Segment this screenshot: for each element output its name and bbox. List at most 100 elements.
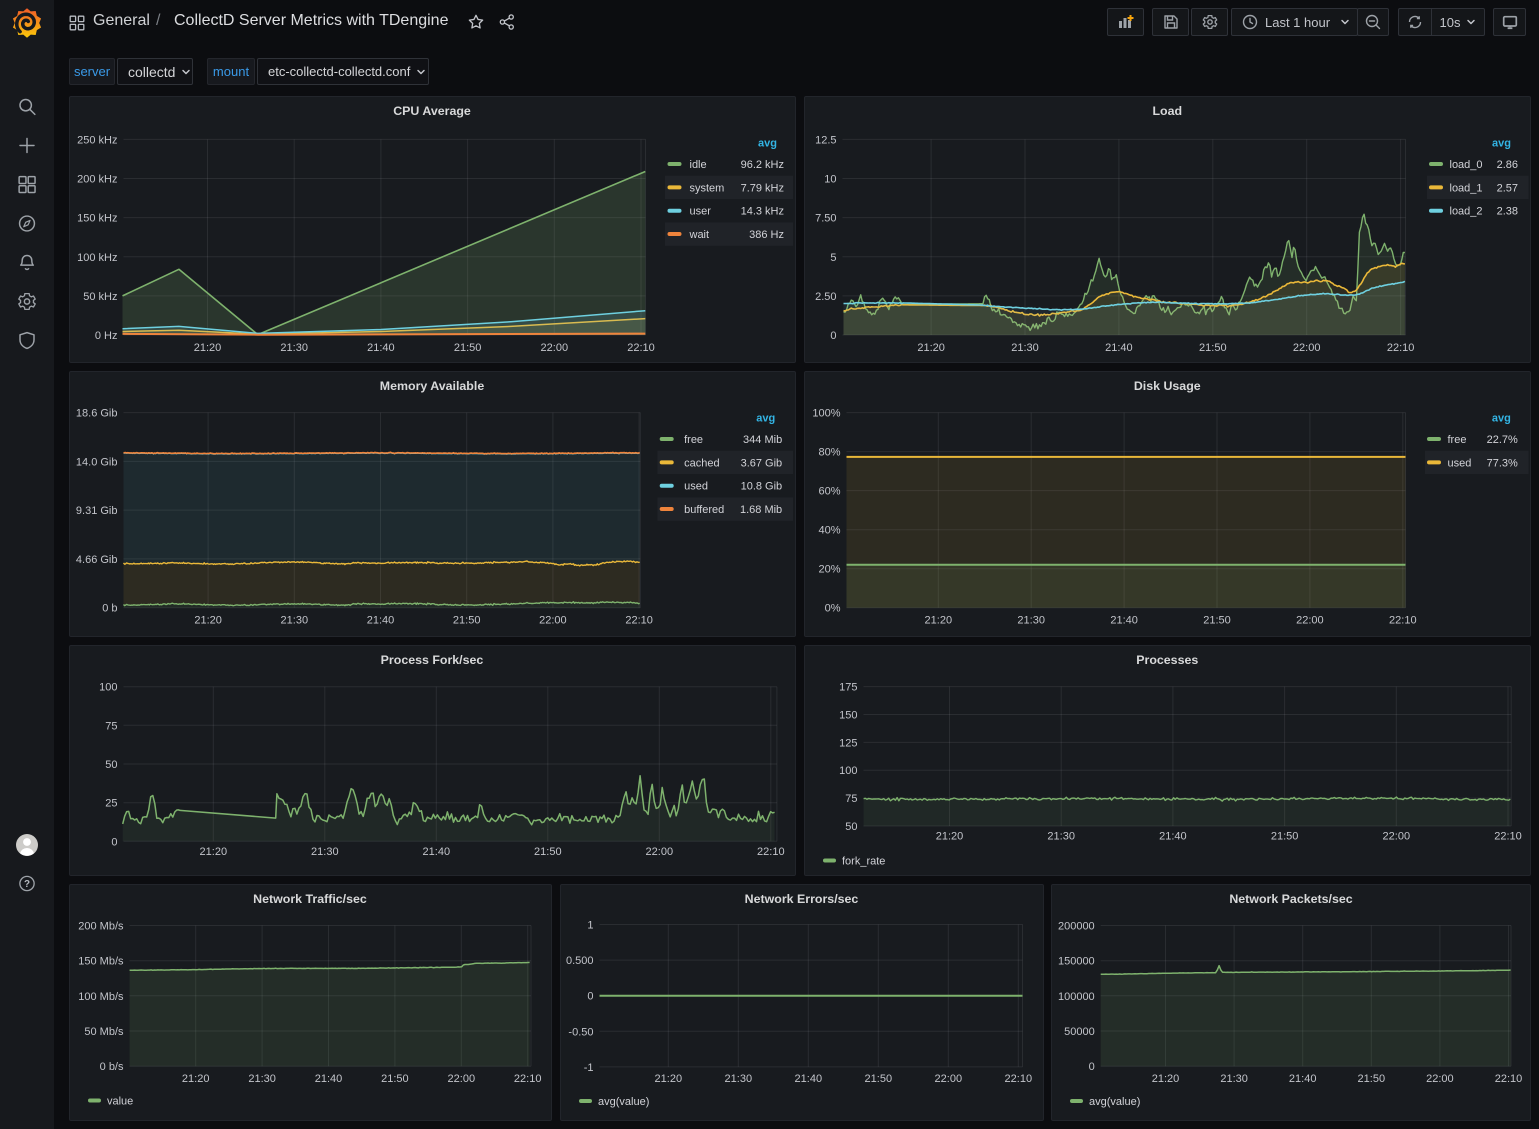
svg-text:100: 100 bbox=[99, 682, 117, 694]
svg-text:21:20: 21:20 bbox=[935, 831, 963, 843]
svg-text:12.5: 12.5 bbox=[815, 134, 836, 146]
svg-text:2.86: 2.86 bbox=[1496, 159, 1517, 171]
svg-text:21:40: 21:40 bbox=[1159, 831, 1187, 843]
svg-text:7.50: 7.50 bbox=[815, 213, 836, 225]
svg-text:cached: cached bbox=[684, 457, 719, 469]
svg-text:21:50: 21:50 bbox=[1358, 1073, 1386, 1085]
svg-text:21:40: 21:40 bbox=[794, 1073, 822, 1085]
svg-text:21:20: 21:20 bbox=[181, 1073, 209, 1085]
svg-text:22:00: 22:00 bbox=[447, 1073, 475, 1085]
svg-text:21:50: 21:50 bbox=[381, 1073, 409, 1085]
svg-text:21:20: 21:20 bbox=[194, 615, 222, 627]
svg-text:load_0: load_0 bbox=[1449, 159, 1482, 171]
svg-text:22.7%: 22.7% bbox=[1486, 434, 1517, 446]
svg-text:0: 0 bbox=[111, 836, 117, 848]
svg-text:60%: 60% bbox=[818, 486, 840, 498]
svg-text:3.67 Gib: 3.67 Gib bbox=[740, 457, 782, 469]
svg-text:2.57: 2.57 bbox=[1496, 182, 1517, 194]
svg-text:22:00: 22:00 bbox=[1296, 615, 1324, 627]
svg-text:22:10: 22:10 bbox=[757, 846, 785, 858]
svg-text:0 Hz: 0 Hz bbox=[94, 330, 117, 342]
svg-text:buffered: buffered bbox=[684, 504, 724, 516]
svg-text:22:10: 22:10 bbox=[1386, 342, 1414, 354]
svg-text:14.0 Gib: 14.0 Gib bbox=[75, 456, 117, 468]
svg-text:175: 175 bbox=[839, 682, 857, 694]
svg-text:21:50: 21:50 bbox=[864, 1073, 892, 1085]
svg-text:0.500: 0.500 bbox=[565, 955, 593, 967]
svg-text:100 Mb/s: 100 Mb/s bbox=[78, 991, 124, 1003]
svg-text:150 kHz: 150 kHz bbox=[77, 213, 117, 225]
svg-text:10: 10 bbox=[824, 174, 836, 186]
svg-text:21:40: 21:40 bbox=[1110, 615, 1138, 627]
svg-text:21:30: 21:30 bbox=[311, 846, 339, 858]
svg-text:21:40: 21:40 bbox=[1105, 342, 1133, 354]
svg-text:77.3%: 77.3% bbox=[1486, 457, 1517, 469]
svg-text:used: used bbox=[1447, 457, 1471, 469]
svg-text:21:50: 21:50 bbox=[1203, 615, 1231, 627]
svg-text:80%: 80% bbox=[818, 447, 840, 459]
svg-text:150 Mb/s: 150 Mb/s bbox=[78, 956, 124, 968]
svg-text:0: 0 bbox=[1089, 1061, 1095, 1073]
svg-text:0 b: 0 b bbox=[102, 603, 117, 615]
svg-text:wait: wait bbox=[688, 229, 709, 241]
svg-text:5: 5 bbox=[830, 252, 836, 264]
svg-text:22:00: 22:00 bbox=[1382, 831, 1410, 843]
svg-text:50: 50 bbox=[105, 759, 117, 771]
svg-text:22:10: 22:10 bbox=[627, 342, 655, 354]
svg-text:50 kHz: 50 kHz bbox=[83, 291, 117, 303]
svg-text:system: system bbox=[689, 182, 724, 194]
svg-text:22:00: 22:00 bbox=[1292, 342, 1320, 354]
svg-text:75: 75 bbox=[845, 793, 857, 805]
svg-text:150: 150 bbox=[839, 710, 857, 722]
svg-text:40%: 40% bbox=[818, 525, 840, 537]
svg-text:22:10: 22:10 bbox=[1495, 1073, 1523, 1085]
svg-text:21:50: 21:50 bbox=[1270, 831, 1298, 843]
svg-text:4.66 Gib: 4.66 Gib bbox=[75, 554, 117, 566]
svg-text:7.79 kHz: 7.79 kHz bbox=[740, 182, 783, 194]
svg-text:21:40: 21:40 bbox=[367, 342, 395, 354]
svg-text:125: 125 bbox=[839, 737, 857, 749]
svg-text:50000: 50000 bbox=[1064, 1026, 1095, 1038]
svg-text:21:30: 21:30 bbox=[248, 1073, 276, 1085]
svg-text:-1: -1 bbox=[583, 1062, 593, 1074]
svg-text:22:00: 22:00 bbox=[539, 615, 567, 627]
svg-text:21:20: 21:20 bbox=[199, 846, 227, 858]
svg-text:50 Mb/s: 50 Mb/s bbox=[84, 1026, 124, 1038]
svg-text:22:00: 22:00 bbox=[540, 342, 568, 354]
svg-text:free: free bbox=[684, 434, 703, 446]
svg-text:386 Hz: 386 Hz bbox=[749, 229, 784, 241]
svg-text:21:30: 21:30 bbox=[1011, 342, 1039, 354]
svg-text:50: 50 bbox=[845, 821, 857, 833]
svg-text:100000: 100000 bbox=[1058, 991, 1095, 1003]
svg-text:2.38: 2.38 bbox=[1496, 206, 1517, 218]
svg-text:1: 1 bbox=[587, 920, 593, 932]
svg-text:21:20: 21:20 bbox=[917, 342, 945, 354]
svg-text:avg: avg bbox=[758, 138, 777, 150]
svg-text:fork_rate: fork_rate bbox=[842, 856, 885, 868]
svg-text:100%: 100% bbox=[812, 408, 840, 420]
svg-text:avg: avg bbox=[1492, 138, 1511, 150]
svg-text:value: value bbox=[107, 1096, 133, 1108]
svg-text:21:30: 21:30 bbox=[724, 1073, 752, 1085]
svg-text:avg(value): avg(value) bbox=[598, 1096, 649, 1108]
svg-text:21:50: 21:50 bbox=[453, 342, 481, 354]
svg-text:0: 0 bbox=[587, 991, 593, 1003]
svg-text:22:10: 22:10 bbox=[1004, 1073, 1032, 1085]
svg-text:22:00: 22:00 bbox=[1426, 1073, 1454, 1085]
svg-text:load_2: load_2 bbox=[1449, 206, 1482, 218]
svg-text:100 kHz: 100 kHz bbox=[77, 252, 117, 264]
svg-text:avg: avg bbox=[1491, 413, 1510, 425]
svg-text:20%: 20% bbox=[818, 564, 840, 576]
svg-text:18.6 Gib: 18.6 Gib bbox=[75, 408, 117, 420]
svg-text:1.68 Mib: 1.68 Mib bbox=[739, 504, 781, 516]
svg-text:22:00: 22:00 bbox=[934, 1073, 962, 1085]
svg-text:21:20: 21:20 bbox=[193, 342, 221, 354]
svg-text:14.3 kHz: 14.3 kHz bbox=[740, 206, 783, 218]
svg-text:9.31 Gib: 9.31 Gib bbox=[75, 505, 117, 517]
svg-text:21:40: 21:40 bbox=[1289, 1073, 1317, 1085]
svg-text:idle: idle bbox=[689, 159, 706, 171]
svg-text:load_1: load_1 bbox=[1449, 182, 1482, 194]
svg-text:-0.50: -0.50 bbox=[568, 1026, 593, 1038]
svg-text:22:10: 22:10 bbox=[513, 1073, 541, 1085]
svg-text:25: 25 bbox=[105, 798, 117, 810]
